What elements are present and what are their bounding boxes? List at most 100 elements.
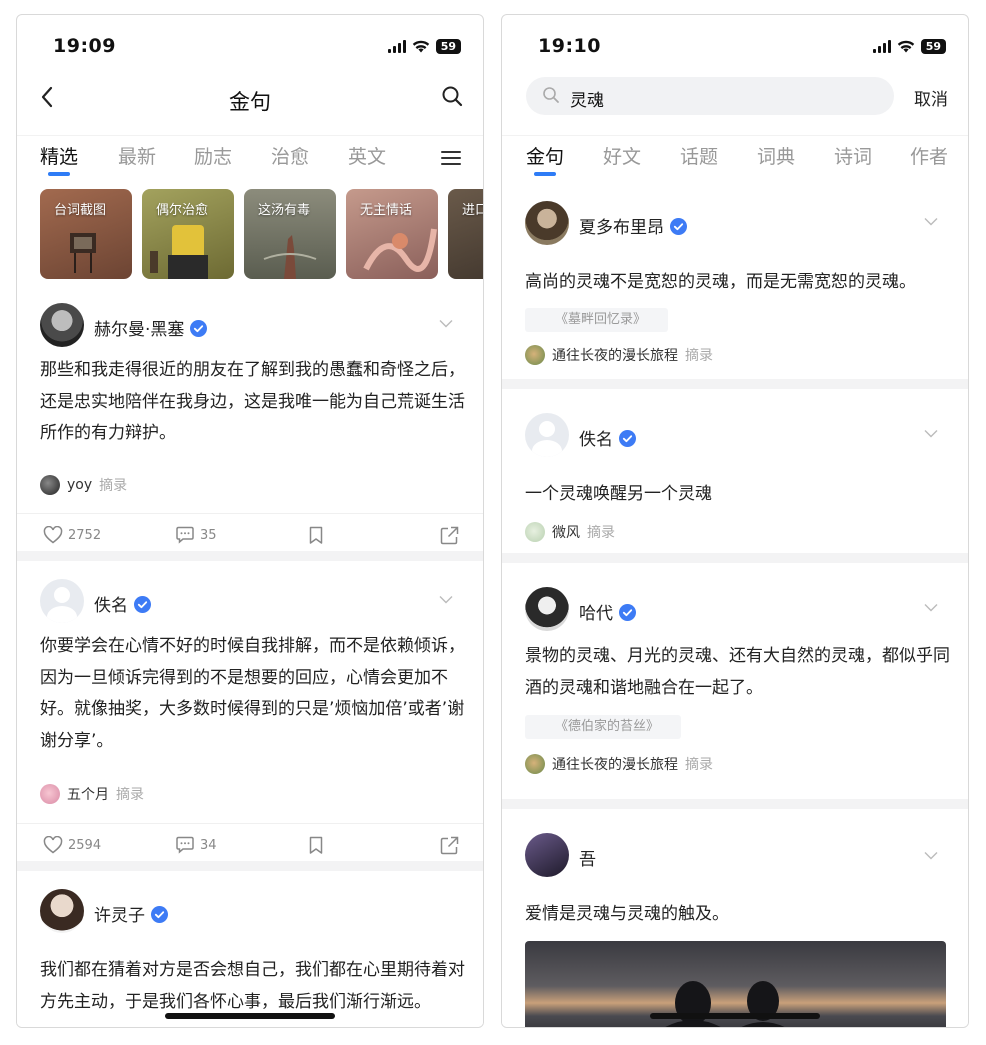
home-indicator[interactable] [650,1013,820,1019]
poster-info[interactable]: 微风 摘录 [525,522,615,542]
comment-icon [176,836,194,854]
category-card[interactable]: 无主情话 [346,189,438,279]
quote-card[interactable]: 许灵子 我们都在猜着对方是否会想自己，我们都在心里期待着对方先主动，于是我们各怀… [17,871,483,1027]
tab-featured[interactable]: 精选 [40,142,78,169]
author-name[interactable]: 夏多布里昂 [579,213,687,238]
verified-badge-icon [619,604,636,621]
search-query: 灵魂 [570,91,604,111]
quote-text: 景物的灵魂、月光的灵魂、还有大自然的灵魂，都似乎同酒的灵魂和谐地融合在一起了。 [525,646,950,698]
category-label: 无主情话 [360,203,413,218]
author-name[interactable]: 吾 [579,845,596,870]
poster-info[interactable]: yoy 摘录 [40,475,127,495]
tab-quotes[interactable]: 金句 [526,142,564,169]
author-name[interactable]: 许灵子 [94,901,168,926]
author-name[interactable]: 赫尔曼·黑塞 [94,315,208,340]
status-bar: 19:10 59 [502,15,968,77]
right-phone-screen: 19:10 59 灵魂 取消 金句 好文 话题 词典 诗词 作者 夏多布里昂 高… [501,14,969,1028]
like-button[interactable]: 2752 [43,526,101,544]
poster-tag: 摘录 [685,757,713,773]
category-card[interactable]: 这汤有毒 [244,189,336,279]
verified-badge-icon [190,320,208,337]
bookmark-button[interactable] [308,526,324,545]
category-carousel: 台词截图 偶尔治愈 这汤有毒 无主情话 进口 [40,189,483,281]
search-input[interactable]: 灵魂 [526,77,894,115]
tab-latest[interactable]: 最新 [118,142,156,169]
like-count: 2594 [68,837,102,853]
quote-card[interactable]: 赫尔曼·黑塞 那些和我走得很近的朋友在了解到我的愚蠢和奇怪之后，还是忠实地陪伴在… [17,293,483,551]
search-icon[interactable] [441,85,463,107]
status-icons: 59 [387,39,461,54]
poster-info[interactable]: 通往长夜的漫长旅程 摘录 [525,754,713,774]
status-time: 19:10 [538,35,601,57]
share-icon [440,526,459,545]
chevron-down-icon[interactable] [439,319,453,328]
quote-card[interactable]: 夏多布里昂 高尚的灵魂不是宽恕的灵魂，而是无需宽恕的灵魂。 《墓畔回忆录》 通往… [502,193,968,379]
status-bar: 19:09 59 [17,15,483,77]
quote-text: 高尚的灵魂不是宽恕的灵魂，而是无需宽恕的灵魂。 [525,272,916,292]
wifi-icon [897,40,914,53]
chevron-down-icon[interactable] [924,603,938,612]
comment-button[interactable]: 35 [175,526,217,544]
poster-tag: 摘录 [116,787,144,803]
tab-topics[interactable]: 话题 [680,142,718,169]
poster-info[interactable]: 通往长夜的漫长旅程 摘录 [525,345,713,365]
home-indicator[interactable] [165,1013,335,1019]
poster-tag: 摘录 [685,348,713,364]
author-avatar[interactable] [40,303,84,347]
like-button[interactable]: 2594 [43,836,101,854]
quote-card[interactable]: 佚名 你要学会在心情不好的时候自我排解，而不是依赖倾诉，因为一旦倾诉完得到的不是… [17,561,483,861]
signal-icon [387,40,406,53]
tab-authors[interactable]: 作者 [910,142,948,169]
author-avatar[interactable] [525,413,569,457]
tab-healing[interactable]: 治愈 [271,142,309,169]
chevron-down-icon[interactable] [924,217,938,226]
poster-info[interactable]: 五个月 摘录 [40,784,144,804]
quote-card[interactable]: 吾 爱情是灵魂与灵魂的触及。 [502,809,968,1027]
quote-card[interactable]: 哈代 景物的灵魂、月光的灵魂、还有大自然的灵魂，都似乎同酒的灵魂和谐地融合在一起… [502,563,968,799]
share-icon [440,836,459,855]
poster-name: 微风 [552,525,580,541]
author-avatar[interactable] [40,889,84,933]
category-card[interactable]: 进口 [448,189,483,279]
quote-card[interactable]: 佚名 一个灵魂唤醒另一个灵魂 微风 摘录 [502,389,968,553]
author-avatar[interactable] [525,587,569,631]
chevron-down-icon[interactable] [439,595,453,604]
source-tag[interactable]: 《墓畔回忆录》 [525,308,669,332]
verified-badge-icon [670,218,687,235]
author-avatar[interactable] [525,833,569,877]
author-name[interactable]: 佚名 [579,425,636,450]
menu-icon[interactable] [441,150,461,166]
author-avatar[interactable] [525,201,569,245]
comment-count: 34 [200,837,217,853]
quote-text: 一个灵魂唤醒另一个灵魂 [525,484,712,504]
category-label: 台词截图 [54,203,107,218]
tab-inspirational[interactable]: 励志 [194,142,232,169]
tab-articles[interactable]: 好文 [603,142,641,169]
category-card[interactable]: 偶尔治愈 [142,189,234,279]
verified-badge-icon [134,596,151,613]
tab-dictionary[interactable]: 词典 [757,142,795,169]
heart-icon [43,836,63,854]
tab-poetry[interactable]: 诗词 [834,142,872,169]
author-avatar[interactable] [40,579,84,623]
poster-name: 通往长夜的漫长旅程 [552,757,678,773]
source-tag[interactable]: 《德伯家的苔丝》 [525,715,682,739]
comment-button[interactable]: 34 [175,836,217,854]
author-name[interactable]: 哈代 [579,599,636,624]
chevron-down-icon[interactable] [924,851,938,860]
card-divider [502,553,968,563]
category-card[interactable]: 台词截图 [40,189,132,279]
tab-english[interactable]: 英文 [348,142,386,169]
share-button[interactable] [440,836,459,855]
cancel-button[interactable]: 取消 [914,85,948,110]
bookmark-icon [309,836,323,854]
author-name[interactable]: 佚名 [94,591,151,616]
chevron-down-icon[interactable] [924,429,938,438]
bookmark-button[interactable] [308,836,324,855]
category-label: 这汤有毒 [258,203,311,218]
battery-indicator: 59 [435,39,461,54]
signal-icon [872,40,891,53]
category-label: 进口 [462,203,483,218]
share-button[interactable] [440,526,459,545]
wifi-icon [412,40,429,53]
